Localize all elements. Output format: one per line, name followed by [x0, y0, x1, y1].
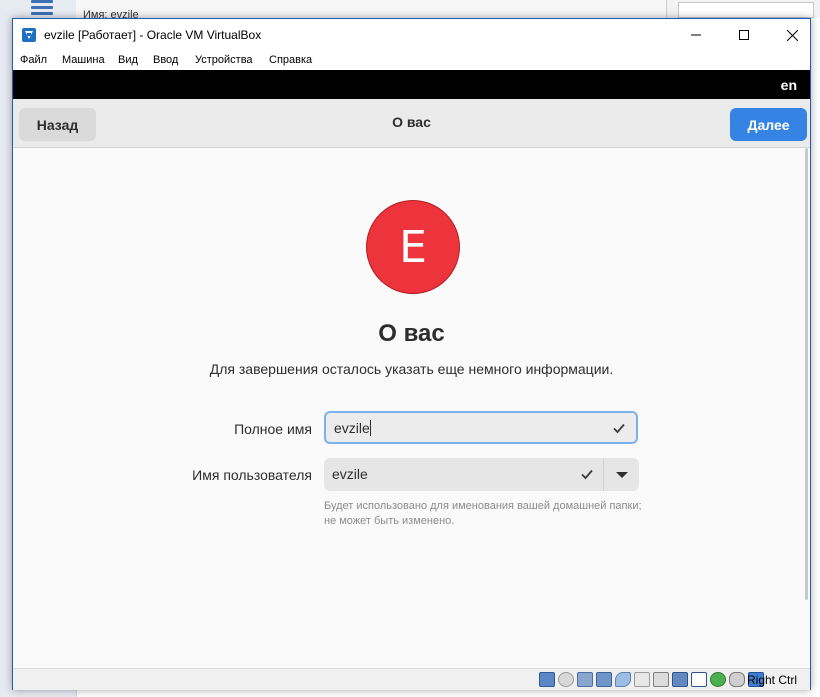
host-right-box: [678, 2, 814, 18]
fullname-input[interactable]: evzile: [324, 411, 638, 444]
virtualization-icon[interactable]: [691, 672, 707, 687]
about-you-page: E О вас Для завершения осталось указать …: [13, 148, 810, 668]
username-value: evzile: [332, 466, 368, 482]
fullname-value: evzile: [334, 420, 370, 436]
guest-top-bar: en: [13, 70, 810, 99]
username-dropdown-button[interactable]: [604, 458, 639, 491]
menu-bar: Файл Машина Вид Ввод Устройства Справка: [13, 51, 810, 70]
guest-screen[interactable]: en Назад О вас Далее E О вас Для заверше…: [13, 70, 810, 668]
shared-folders-icon[interactable]: [634, 672, 650, 687]
menu-help[interactable]: Справка: [269, 54, 312, 66]
menu-input[interactable]: Ввод: [153, 54, 178, 66]
check-icon: [613, 423, 625, 434]
audio-icon[interactable]: [577, 672, 593, 687]
page-title: О вас: [378, 320, 445, 347]
network-icon[interactable]: [596, 672, 612, 687]
maximize-icon: [739, 30, 749, 40]
menu-file[interactable]: Файл: [20, 54, 47, 66]
host-details-strip: [76, 0, 666, 18]
hard-disk-icon[interactable]: [539, 672, 555, 687]
text-caret: [369, 420, 371, 436]
video-capture-icon[interactable]: [672, 672, 688, 687]
menu-devices[interactable]: Устройства: [195, 54, 253, 66]
status-bar: Right Ctrl: [13, 668, 810, 690]
username-label: Имя пользователя: [192, 467, 312, 483]
minimize-button[interactable]: [673, 19, 719, 51]
mouse-integration-icon[interactable]: [729, 672, 745, 687]
vm-window: evzile [Работает] - Oracle VM VirtualBox…: [12, 18, 811, 690]
menu-machine[interactable]: Машина: [62, 54, 105, 66]
hamburger-menu-icon[interactable]: [31, 0, 53, 16]
close-icon: [786, 29, 798, 41]
usb-icon[interactable]: [615, 672, 631, 687]
close-button[interactable]: [769, 19, 815, 51]
minimize-icon: [691, 34, 701, 36]
next-button[interactable]: Далее: [730, 108, 807, 141]
display-icon[interactable]: [653, 672, 669, 687]
scrollbar[interactable]: [805, 148, 808, 600]
title-bar[interactable]: evzile [Работает] - Oracle VM VirtualBox: [13, 19, 810, 51]
fullname-value-wrap: evzile: [334, 420, 371, 436]
username-hint: Будет использовано для именования вашей …: [324, 500, 642, 527]
page-subtitle: Для завершения осталось указать еще немн…: [209, 361, 614, 377]
check-icon: [581, 469, 593, 480]
window-title: evzile [Работает] - Oracle VM VirtualBox: [44, 28, 262, 42]
status-indicators: [539, 672, 764, 687]
chevron-down-icon: [615, 471, 628, 478]
maximize-button[interactable]: [721, 19, 767, 51]
fullname-label: Полное имя: [234, 421, 312, 437]
avatar[interactable]: E: [366, 200, 460, 294]
optical-drive-icon[interactable]: [558, 672, 574, 687]
setup-header-bar: Назад О вас Далее: [13, 99, 810, 148]
host-key-label: Right Ctrl: [747, 673, 798, 687]
menu-view[interactable]: Вид: [118, 54, 138, 66]
header-title: О вас: [392, 114, 431, 130]
guest-additions-icon[interactable]: [710, 672, 726, 687]
virtualbox-app-icon: [22, 28, 36, 42]
keyboard-layout-indicator[interactable]: en: [781, 77, 797, 93]
username-combo[interactable]: evzile: [324, 458, 639, 491]
